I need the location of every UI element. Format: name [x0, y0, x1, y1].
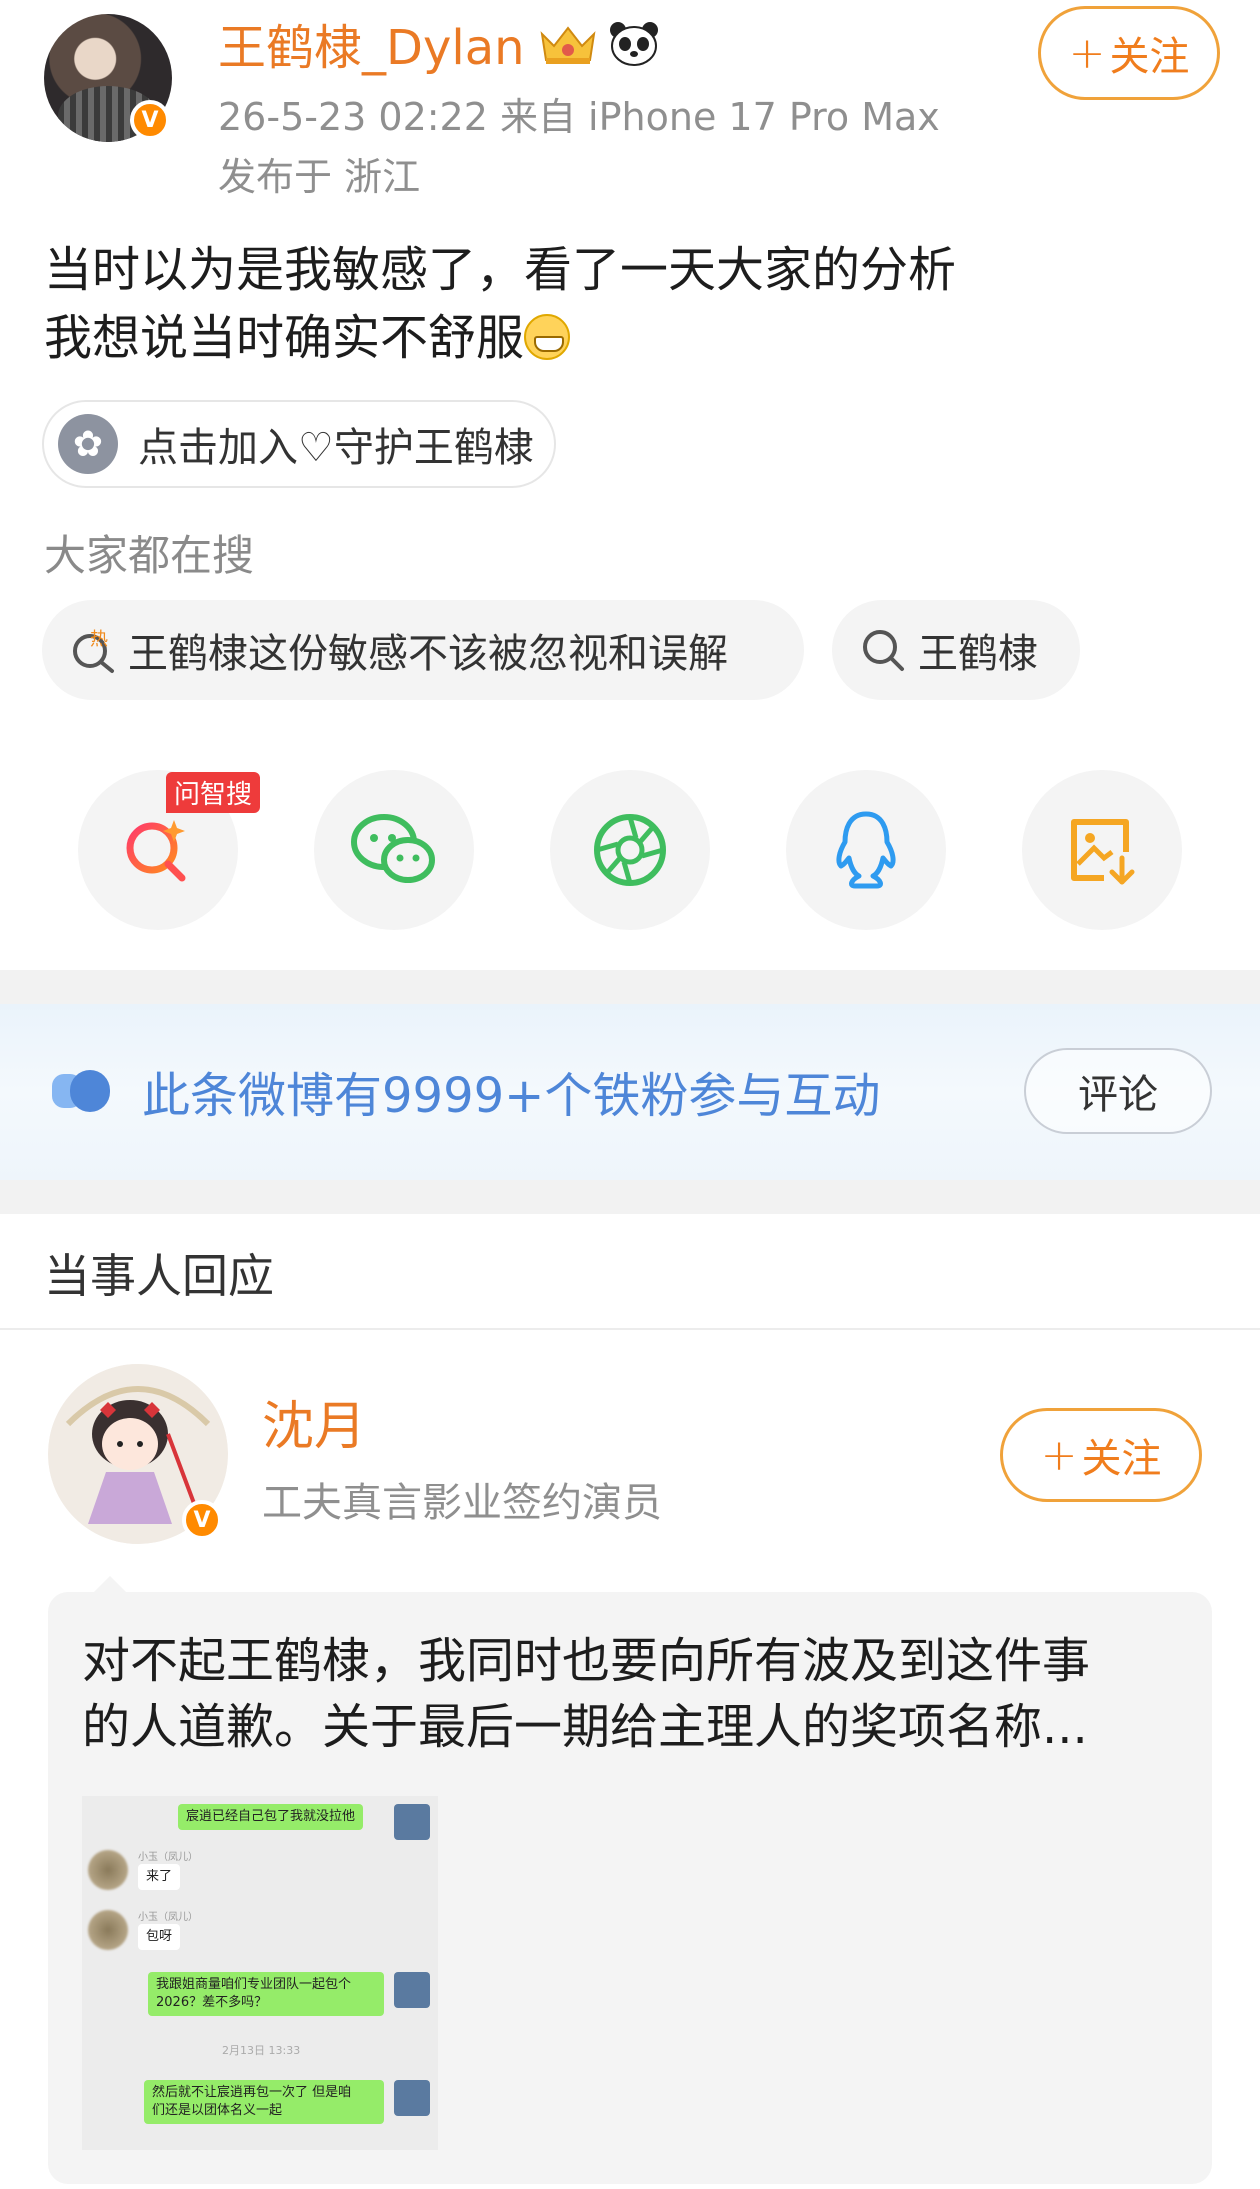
response-text: 对不起王鹤棣，我同时也要向所有波及到这件事 的人道歉。关于最后一期给主理人的奖项…: [82, 1628, 1182, 1760]
post-meta: 26-5-23 02:22 来自 iPhone 17 Pro Max: [218, 95, 940, 139]
follow-label: 关注: [1081, 1436, 1162, 1482]
chat-avatar: [88, 1910, 128, 1950]
grin-emoji-icon: [524, 314, 571, 360]
search-tag-label: 王鹤棣: [918, 631, 1038, 677]
response-text-line1: 对不起王鹤棣，我同时也要向所有波及到这件事: [82, 1633, 1091, 1689]
search-section-label: 大家都在搜: [44, 531, 255, 580]
qq-share-button[interactable]: [786, 770, 946, 930]
chat-avatar: [88, 1850, 128, 1890]
chat-sender-name: 小玉（凤儿）: [138, 1912, 198, 1923]
ai-search-icon: [126, 820, 186, 882]
responder-follow-button[interactable]: + 关注: [1000, 1408, 1202, 1502]
verified-badge-icon: V: [182, 1500, 222, 1540]
hot-search-tag[interactable]: 热 王鹤棣这份敏感不该被忽视和误解: [42, 600, 804, 700]
section-divider: [0, 1180, 1260, 1214]
chat-avatar: [394, 1804, 430, 1840]
chat-bubble: 然后就不让宸逍再包一次了 但是咱 们还是以团体名义一起: [144, 2080, 384, 2124]
author-username[interactable]: 王鹤棣_Dylan: [218, 16, 525, 80]
divider-line: [0, 1328, 1260, 1330]
chat-bubble: 我跟姐商量咱们专业团队一起包个 2026？差不多吗？: [148, 1972, 384, 2016]
panda-icon: [610, 22, 658, 66]
ai-search-badge: 问智搜: [166, 772, 261, 813]
post-body: 当时以为是我敏感了，看了一天大家的分析 我想说当时确实不舒服: [44, 236, 1224, 372]
chat-avatar: [394, 1972, 430, 2008]
post-location: 发布于 浙江: [218, 155, 421, 199]
chat-bubble: 宸逍已经自己包了我就没拉他: [178, 1804, 364, 1830]
chat-timestamp: 2月13日 13:33: [222, 2044, 301, 2057]
chat-screenshot-image[interactable]: 宸逍已经自己包了我就没拉他 小玉（凤儿） 来了 小玉（凤儿） 包呀 我跟姐商量咱…: [82, 1796, 438, 2150]
comment-button[interactable]: 评论: [1024, 1048, 1212, 1134]
svg-text:热: 热: [90, 629, 108, 650]
search-tag[interactable]: 王鹤棣: [832, 600, 1080, 700]
moments-icon: [594, 814, 666, 886]
fans-icon: [52, 1070, 110, 1112]
hot-search-icon: 热: [73, 629, 114, 673]
plus-icon: +: [1040, 1429, 1078, 1481]
crown-icon: [540, 26, 596, 64]
responder-name[interactable]: 沈月: [262, 1384, 366, 1459]
qq-icon: [836, 811, 896, 889]
follow-button[interactable]: + 关注: [1038, 6, 1220, 100]
verified-badge-icon: V: [130, 100, 170, 140]
moments-share-button[interactable]: [550, 770, 710, 930]
plus-icon: +: [1068, 27, 1106, 79]
chat-bubble: 包呀: [138, 1924, 181, 1950]
fan-chip-label: 点击加入♡守护王鹤棣: [138, 425, 534, 471]
response-text-line2: 的人道歉。关于最后一期给主理人的奖项名称...: [82, 1699, 1088, 1755]
follow-label: 关注: [1109, 34, 1190, 80]
chat-sender-name: 小玉（凤儿）: [138, 1852, 198, 1863]
flower-icon: ✿: [58, 414, 118, 474]
save-image-button[interactable]: [1022, 770, 1182, 930]
search-icon: [863, 630, 904, 671]
response-section-title: 当事人回应: [44, 1249, 274, 1303]
chat-avatar: [394, 2080, 430, 2116]
chat-bubble: 来了: [138, 1864, 181, 1890]
wechat-share-button[interactable]: [314, 770, 474, 930]
wechat-icon: [351, 814, 435, 883]
responder-subtitle: 工夫真言影业签约演员: [262, 1480, 662, 1526]
section-divider: [0, 970, 1260, 1004]
fan-group-chip[interactable]: ✿ 点击加入♡守护王鹤棣: [42, 400, 556, 488]
save-image-icon: [1071, 819, 1135, 885]
post-text-line2: 我想说当时确实不舒服: [44, 310, 525, 366]
post-text-line1: 当时以为是我敏感了，看了一天大家的分析: [44, 242, 957, 298]
hot-search-tag-label: 王鹤棣这份敏感不该被忽视和误解: [128, 631, 728, 677]
fans-banner-text: 此条微博有9999+个铁粉参与互动: [142, 1068, 881, 1124]
